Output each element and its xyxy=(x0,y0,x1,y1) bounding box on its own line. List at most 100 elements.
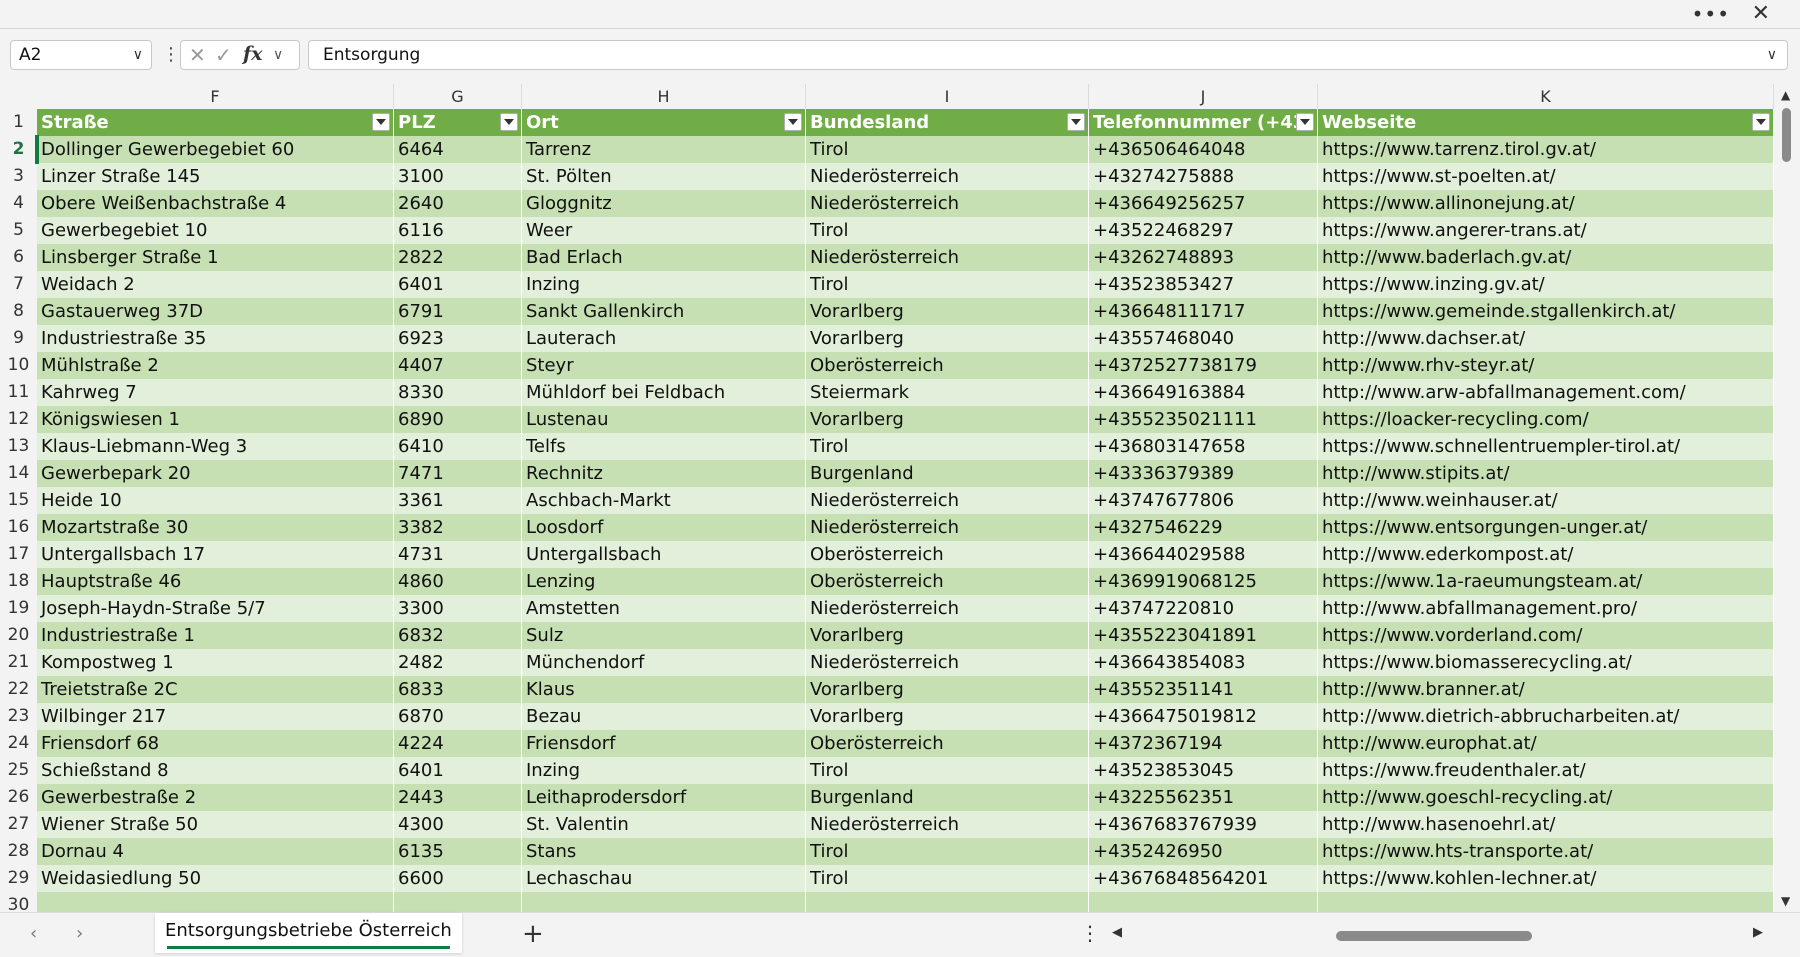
column-header-g[interactable]: G xyxy=(394,84,522,109)
table-cell[interactable]: 6116 xyxy=(394,217,522,244)
table-cell[interactable]: Steyr xyxy=(522,352,806,379)
table-cell[interactable]: +436506464048 xyxy=(1089,136,1318,163)
table-cell[interactable] xyxy=(1318,892,1774,912)
table-cell[interactable]: Obere Weißenbachstraße 4 xyxy=(37,190,394,217)
table-cell[interactable]: Mühlstraße 2 xyxy=(37,352,394,379)
table-cell[interactable]: Tirol xyxy=(806,757,1089,784)
table-cell[interactable]: https://www.angerer-trans.at/ xyxy=(1318,217,1774,244)
table-cell[interactable]: Sulz xyxy=(522,622,806,649)
table-cell[interactable]: 4407 xyxy=(394,352,522,379)
table-cell[interactable]: https://www.inzing.gv.at/ xyxy=(1318,271,1774,298)
table-cell[interactable]: Mozartstraße 30 xyxy=(37,514,394,541)
table-cell[interactable]: Schießstand 8 xyxy=(37,757,394,784)
table-cell[interactable]: 6890 xyxy=(394,406,522,433)
table-cell[interactable]: Bezau xyxy=(522,703,806,730)
row-header[interactable]: 26 xyxy=(0,784,37,811)
table-cell[interactable]: https://www.allinonejung.at/ xyxy=(1318,190,1774,217)
row-header[interactable]: 5 xyxy=(0,217,37,244)
row-header[interactable]: 3 xyxy=(0,163,37,190)
table-cell[interactable]: Oberösterreich xyxy=(806,541,1089,568)
vertical-dots-icon[interactable]: ⋮ xyxy=(162,44,180,65)
table-cell[interactable]: Gastauerweg 37D xyxy=(37,298,394,325)
table-cell[interactable]: Untergallsbach xyxy=(522,541,806,568)
next-sheet-icon[interactable]: › xyxy=(76,923,83,944)
table-cell[interactable]: Vorarlberg xyxy=(806,703,1089,730)
table-cell[interactable]: Oberösterreich xyxy=(806,568,1089,595)
add-sheet-button[interactable]: + xyxy=(522,919,544,949)
table-cell[interactable]: https://www.hts-transporte.at/ xyxy=(1318,838,1774,865)
table-cell[interactable]: Oberösterreich xyxy=(806,730,1089,757)
chevron-down-icon[interactable]: ∨ xyxy=(273,47,283,63)
table-cell[interactable]: 3100 xyxy=(394,163,522,190)
table-cell[interactable]: https://www.entsorgungen-unger.at/ xyxy=(1318,514,1774,541)
scroll-down-icon[interactable]: ▼ xyxy=(1781,894,1790,908)
fx-icon[interactable]: fx xyxy=(243,43,263,65)
table-cell[interactable]: https://www.vorderland.com/ xyxy=(1318,622,1774,649)
table-cell[interactable]: +43747677806 xyxy=(1089,487,1318,514)
table-cell[interactable]: Weidach 2 xyxy=(37,271,394,298)
table-cell[interactable]: Gewerbegebiet 10 xyxy=(37,217,394,244)
row-header[interactable]: 10 xyxy=(0,352,37,379)
chevron-down-icon[interactable]: ∨ xyxy=(133,41,143,69)
table-cell[interactable]: +43522468297 xyxy=(1089,217,1318,244)
table-cell[interactable]: Aschbach-Markt xyxy=(522,487,806,514)
prev-sheet-icon[interactable]: ‹ xyxy=(30,923,37,944)
table-cell[interactable]: Treietstraße 2C xyxy=(37,676,394,703)
row-header[interactable]: 13 xyxy=(0,433,37,460)
table-cell[interactable]: +43676848564201 xyxy=(1089,865,1318,892)
table-cell[interactable]: Dornau 4 xyxy=(37,838,394,865)
table-cell[interactable]: +4355235021111 xyxy=(1089,406,1318,433)
row-header[interactable]: 19 xyxy=(0,595,37,622)
name-box[interactable]: A2 ∨ xyxy=(10,40,152,70)
table-cell[interactable]: Friensdorf xyxy=(522,730,806,757)
table-cell[interactable] xyxy=(522,892,806,912)
table-cell[interactable]: http://www.weinhauser.at/ xyxy=(1318,487,1774,514)
table-cell[interactable]: Lenzing xyxy=(522,568,806,595)
table-cell[interactable]: St. Valentin xyxy=(522,811,806,838)
table-cell[interactable]: +4327546229 xyxy=(1089,514,1318,541)
filter-dropdown-icon[interactable] xyxy=(784,113,802,131)
table-cell[interactable]: Sankt Gallenkirch xyxy=(522,298,806,325)
filter-dropdown-icon[interactable] xyxy=(1752,113,1770,131)
table-cell[interactable]: Weidasiedlung 50 xyxy=(37,865,394,892)
cancel-icon[interactable]: ✕ xyxy=(189,43,206,67)
table-cell[interactable]: Kahrweg 7 xyxy=(37,379,394,406)
row-header[interactable]: 4 xyxy=(0,190,37,217)
table-cell[interactable]: +43225562351 xyxy=(1089,784,1318,811)
table-cell[interactable]: Heide 10 xyxy=(37,487,394,514)
table-cell[interactable]: 6464 xyxy=(394,136,522,163)
table-cell[interactable]: Burgenland xyxy=(806,784,1089,811)
table-cell[interactable]: http://www.arw-abfallmanagement.com/ xyxy=(1318,379,1774,406)
row-header[interactable]: 24 xyxy=(0,730,37,757)
filter-dropdown-icon[interactable] xyxy=(500,113,518,131)
table-cell[interactable]: Wilbinger 217 xyxy=(37,703,394,730)
row-header[interactable]: 8 xyxy=(0,298,37,325)
table-cell[interactable]: Dollinger Gewerbegebiet 60 xyxy=(37,136,394,163)
table-cell[interactable]: http://www.stipits.at/ xyxy=(1318,460,1774,487)
table-cell[interactable]: Tirol xyxy=(806,433,1089,460)
header-cell[interactable]: Straße xyxy=(37,109,394,136)
table-cell[interactable]: Linzer Straße 145 xyxy=(37,163,394,190)
table-cell[interactable] xyxy=(394,892,522,912)
table-cell[interactable]: 2822 xyxy=(394,244,522,271)
table-cell[interactable]: https://www.schnellentruempler-tirol.at/ xyxy=(1318,433,1774,460)
row-header[interactable]: 25 xyxy=(0,757,37,784)
vertical-dots-icon[interactable]: ⋮ xyxy=(1080,921,1100,945)
table-cell[interactable]: 3300 xyxy=(394,595,522,622)
row-header[interactable]: 18 xyxy=(0,568,37,595)
table-cell[interactable]: Tirol xyxy=(806,865,1089,892)
row-header[interactable]: 17 xyxy=(0,541,37,568)
table-cell[interactable]: Oberösterreich xyxy=(806,352,1089,379)
table-cell[interactable]: +436643854083 xyxy=(1089,649,1318,676)
table-cell[interactable]: http://www.hasenoehrl.at/ xyxy=(1318,811,1774,838)
column-header-f[interactable]: F xyxy=(37,84,394,109)
table-cell[interactable]: https://www.freudenthaler.at/ xyxy=(1318,757,1774,784)
table-cell[interactable]: Niederösterreich xyxy=(806,811,1089,838)
table-cell[interactable]: Amstetten xyxy=(522,595,806,622)
row-header[interactable]: 27 xyxy=(0,811,37,838)
table-cell[interactable]: Industriestraße 35 xyxy=(37,325,394,352)
table-cell[interactable]: +436644029588 xyxy=(1089,541,1318,568)
table-cell[interactable]: Stans xyxy=(522,838,806,865)
table-cell[interactable] xyxy=(806,892,1089,912)
table-cell[interactable]: +43747220810 xyxy=(1089,595,1318,622)
